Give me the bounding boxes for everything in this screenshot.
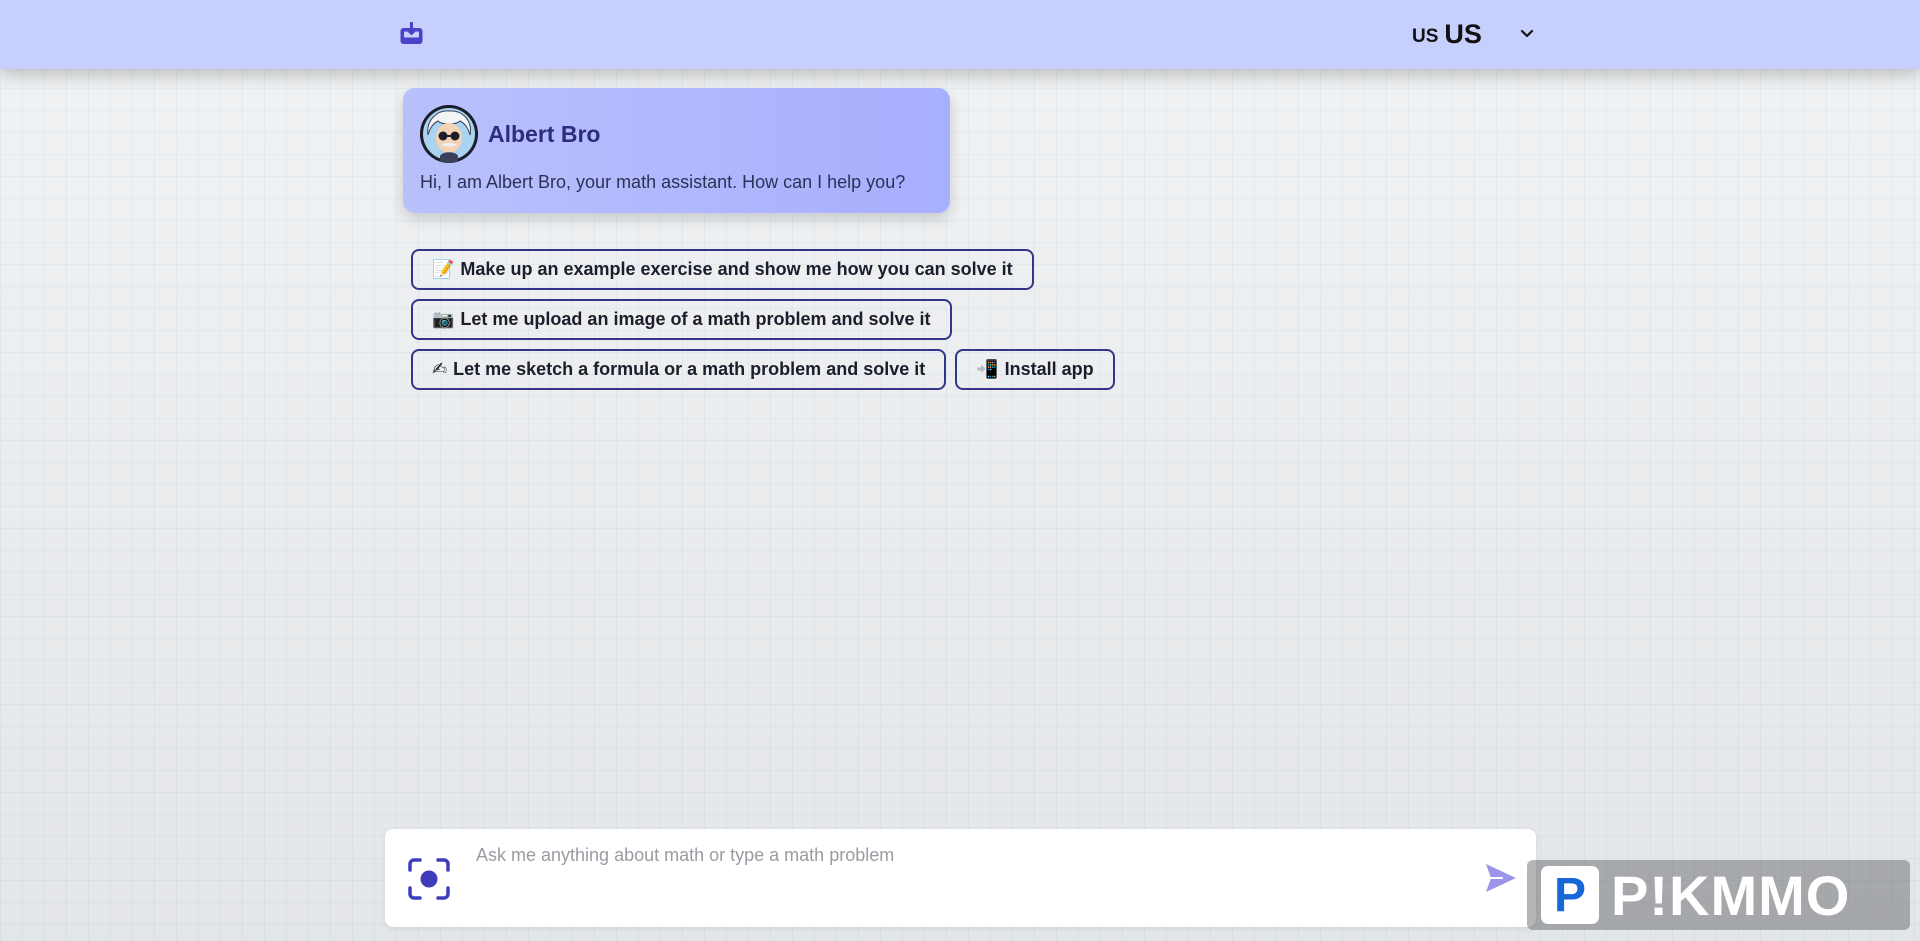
install-app-label: Install app <box>1004 359 1094 379</box>
suggestion-label: Let me sketch a formula or a math proble… <box>453 359 926 379</box>
suggestion-upload-image[interactable]: 📷 Let me upload an image of a math probl… <box>411 299 952 340</box>
assistant-name: Albert Bro <box>488 121 601 147</box>
suggestion-label: Let me upload an image of a math problem… <box>460 309 931 329</box>
assistant-greeting-text: Hi, I am Albert Bro, your math assistant… <box>420 172 906 192</box>
mobile-install-icon: 📲 <box>976 359 999 380</box>
assistant-greeting-card: Albert Bro Hi, I am Albert Bro, your mat… <box>403 88 950 213</box>
camera-icon: 📷 <box>432 309 455 330</box>
language-code: US <box>1444 18 1482 49</box>
writing-hand-icon: ✍ <box>432 359 448 380</box>
suggestion-sketch-formula[interactable]: ✍ Let me sketch a formula or a math prob… <box>411 349 947 390</box>
language-selector[interactable]: US US <box>1412 14 1534 54</box>
flag-icon: US <box>1412 26 1439 47</box>
inbox-download-icon[interactable] <box>398 21 425 46</box>
suggestion-label: Make up an example exercise and show me … <box>460 259 1013 279</box>
watermark-text: P!KMMO <box>1611 863 1851 927</box>
watermark: P P!KMMO <box>1527 860 1910 930</box>
send-icon[interactable] <box>1484 862 1518 894</box>
top-bar: US US <box>0 0 1920 69</box>
camera-capture-icon[interactable] <box>407 857 451 901</box>
watermark-logo-icon: P <box>1541 866 1599 924</box>
message-composer <box>385 829 1536 927</box>
message-input[interactable] <box>474 839 1438 871</box>
suggestion-example-exercise[interactable]: 📝 Make up an example exercise and show m… <box>411 249 1034 290</box>
install-app-button[interactable]: 📲 Install app <box>955 349 1115 390</box>
chevron-down-icon <box>1520 29 1534 39</box>
memo-icon: 📝 <box>432 259 455 280</box>
suggestion-list: 📝 Make up an example exercise and show m… <box>411 249 1115 399</box>
assistant-avatar <box>420 105 478 163</box>
